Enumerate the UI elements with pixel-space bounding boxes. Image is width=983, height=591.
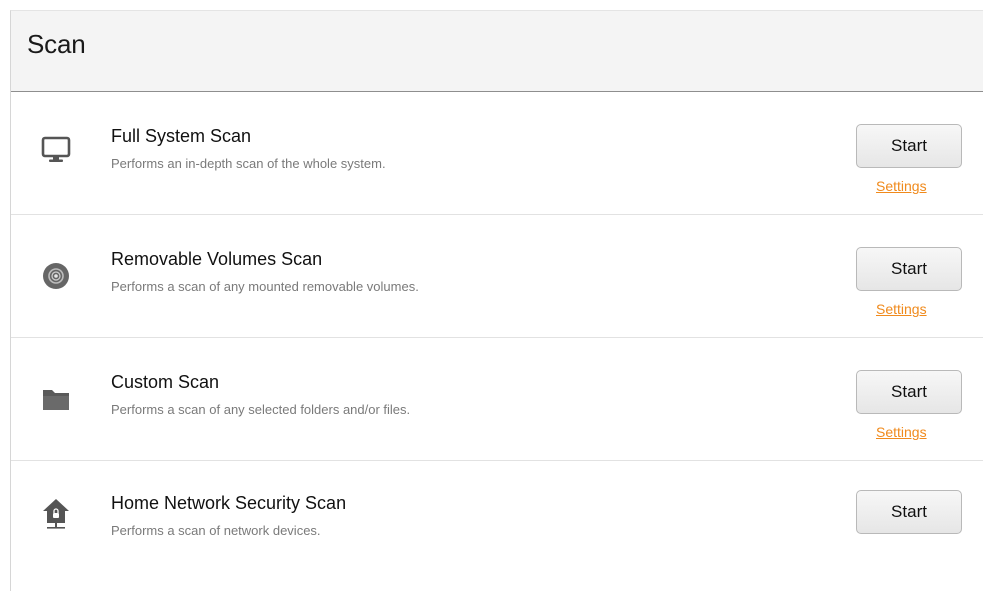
start-removable-volumes-scan-button[interactable]: Start <box>856 247 962 291</box>
scan-row-full-system: Full System Scan Performs an in-depth sc… <box>11 92 983 215</box>
scan-name: Full System Scan <box>111 126 252 146</box>
page-title: Scan <box>27 29 86 59</box>
scan-description: Performs a scan of any selected folders … <box>111 402 411 417</box>
monitor-icon <box>41 134 71 164</box>
scan-description: Performs a scan of any mounted removable… <box>111 279 419 294</box>
scan-header: Scan <box>11 11 983 92</box>
scan-name: Removable Volumes Scan <box>111 249 323 269</box>
scan-row-home-network: Home Network Security Scan Performs a sc… <box>11 461 983 583</box>
folder-icon <box>41 384 71 414</box>
scan-description: Performs an in-depth scan of the whole s… <box>111 156 386 171</box>
home-network-icon <box>41 497 71 529</box>
scan-row-custom: Custom Scan Performs a scan of any selec… <box>11 338 983 461</box>
scan-name: Custom Scan <box>111 372 220 392</box>
scan-window: Scan Full System Scan Performs an in-dep… <box>10 10 983 591</box>
disc-icon <box>41 261 71 291</box>
start-custom-scan-button[interactable]: Start <box>856 370 962 414</box>
full-system-scan-settings-link[interactable]: Settings <box>876 178 927 194</box>
removable-volumes-scan-settings-link[interactable]: Settings <box>876 301 927 317</box>
custom-scan-settings-link[interactable]: Settings <box>876 424 927 440</box>
scan-row-removable-volumes: Removable Volumes Scan Performs a scan o… <box>11 215 983 338</box>
scan-description: Performs a scan of network devices. <box>111 523 321 538</box>
scan-name: Home Network Security Scan <box>111 493 347 513</box>
start-full-system-scan-button[interactable]: Start <box>856 124 962 168</box>
start-home-network-scan-button[interactable]: Start <box>856 490 962 534</box>
